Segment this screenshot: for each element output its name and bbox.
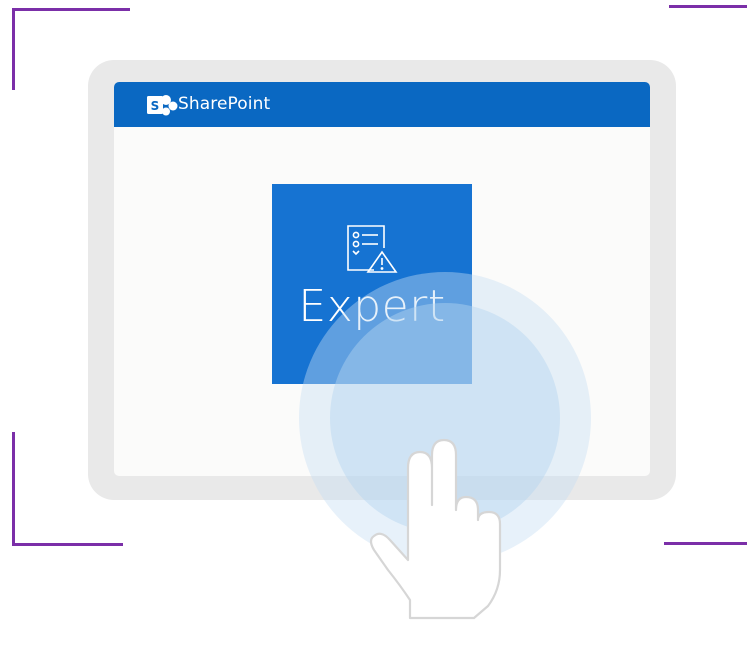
tablet-screen: S SharePoint Expert (114, 82, 650, 476)
tile-label: Expert (298, 281, 446, 332)
sharepoint-app-bar: S SharePoint (114, 82, 650, 127)
checklist-warning-icon (347, 225, 398, 273)
corner-bracket-top-right-horizontal (669, 5, 747, 8)
sharepoint-logo-icon: S (147, 95, 178, 116)
corner-bracket-top-left-horizontal (12, 8, 130, 11)
expert-tile[interactable]: Expert (272, 184, 472, 384)
svg-text:S: S (151, 99, 160, 113)
corner-bracket-bottom-left-vertical (12, 432, 15, 546)
corner-bracket-bottom-right-horizontal (664, 542, 747, 545)
app-title: SharePoint (178, 94, 271, 114)
corner-bracket-bottom-left-horizontal (12, 543, 123, 546)
corner-bracket-top-left-vertical (12, 8, 15, 90)
